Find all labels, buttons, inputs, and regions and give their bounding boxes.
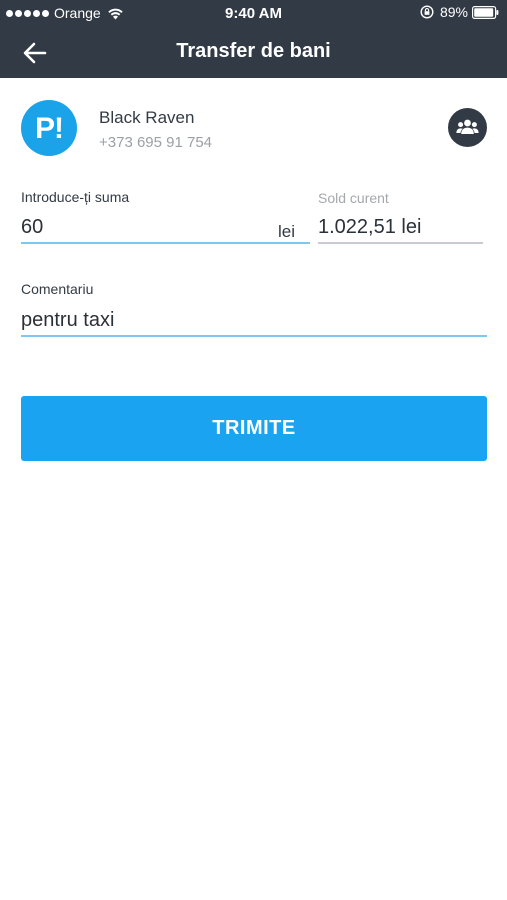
balance-value: 1.022,51 lei — [318, 216, 422, 238]
comment-input[interactable]: pentru taxi — [21, 304, 487, 337]
contacts-button[interactable] — [448, 108, 487, 147]
amount-unit: lei — [278, 222, 296, 241]
amount-input[interactable]: 60 lei — [21, 212, 310, 245]
contacts-icon — [456, 119, 479, 134]
navigation-bar: Transfer de bani — [0, 28, 507, 78]
send-button[interactable]: TRIMITE — [21, 396, 487, 461]
balance-label: Sold curent — [318, 190, 389, 206]
status-bar: Orange 9:40 AM 89% — [0, 0, 507, 28]
battery-icon — [472, 5, 499, 19]
balance-underline — [318, 242, 483, 244]
transfer-screen: Orange 9:40 AM 89% Transfer de bani P! B… — [0, 0, 507, 900]
recipient-phone: +373 695 91 754 — [99, 134, 213, 151]
recipient-logo: P! — [21, 100, 77, 156]
comment-value: pentru taxi — [21, 309, 115, 331]
comment-underline — [21, 335, 487, 337]
page-title: Transfer de bani — [176, 40, 331, 62]
recipient-name: Black Raven — [99, 108, 195, 127]
comment-label: Comentariu — [21, 281, 94, 297]
amount-label: Introduce-ți suma — [21, 189, 130, 205]
orientation-lock-icon — [420, 5, 434, 19]
amount-value: 60 — [21, 216, 44, 238]
battery-percentage: 89% — [439, 4, 468, 20]
app-header: Orange 9:40 AM 89% Transfer de bani — [0, 0, 507, 78]
status-right: 89% — [420, 4, 499, 20]
recipient-logo-text: P! — [35, 112, 64, 145]
amount-underline — [21, 242, 310, 244]
